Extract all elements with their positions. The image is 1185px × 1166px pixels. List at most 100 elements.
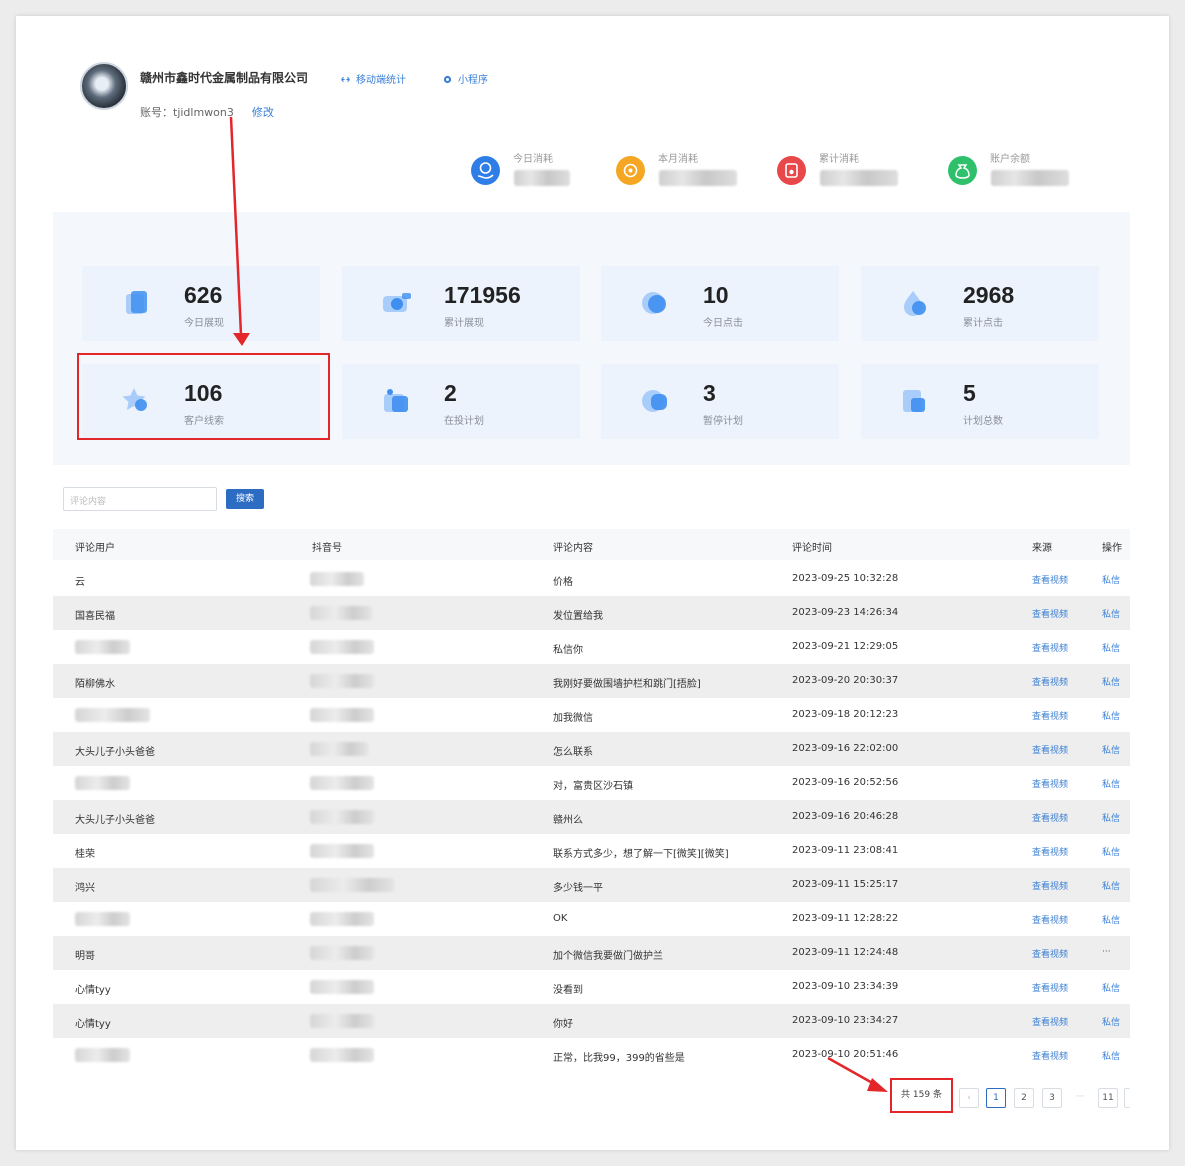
table-row: 云 价格 2023-09-25 10:32:28 查看视频 私信	[53, 562, 1130, 596]
stat-value: 2	[444, 380, 457, 406]
cell-user: 陌柳佛水	[75, 679, 115, 690]
view-video-link[interactable]: 查看视频	[1032, 811, 1068, 824]
page-button-1[interactable]: 1	[986, 1088, 1006, 1108]
pagination-ellipsis[interactable]: ···	[1070, 1088, 1090, 1108]
stat-value: 5	[963, 380, 976, 406]
view-video-link[interactable]: 查看视频	[1032, 607, 1068, 620]
col-header-action: 操作	[1102, 543, 1122, 554]
stat-value: 10	[703, 282, 729, 308]
stat-card-active-plans[interactable]: 2 在投计划	[342, 364, 580, 439]
cell-user-redacted	[75, 708, 150, 722]
table-row: 心情tyy 你好 2023-09-10 23:34:27 查看视频 私信	[53, 1004, 1130, 1038]
cell-user: 云	[75, 577, 85, 588]
table-row: 大头儿子小头爸爸 怎么联系 2023-09-16 22:02:00 查看视频 私信	[53, 732, 1130, 766]
private-message-link[interactable]: 私信	[1102, 913, 1120, 926]
cell-time: 2023-09-23 14:26:34	[792, 607, 899, 618]
view-video-link[interactable]: 查看视频	[1032, 675, 1068, 688]
table-row: 正常，比我99，399的省些是 2023-09-10 20:51:46 查看视频 私信	[53, 1038, 1130, 1072]
stat-card-total-plans[interactable]: 5 计划总数	[861, 364, 1099, 439]
metric-label: 今日消耗	[513, 154, 553, 165]
private-message-link[interactable]: 私信	[1102, 1049, 1120, 1062]
cell-douyin-id-redacted	[310, 980, 374, 994]
cell-time: 2023-09-16 20:52:56	[792, 777, 899, 788]
stat-card-today-clicks[interactable]: 10 今日点击	[601, 266, 839, 341]
private-message-link[interactable]: 私信	[1102, 709, 1120, 722]
cell-time: 2023-09-25 10:32:28	[792, 573, 899, 584]
cell-user: 心情tyy	[75, 1019, 111, 1030]
view-video-link[interactable]: 查看视频	[1032, 743, 1068, 756]
view-video-link[interactable]: 查看视频	[1032, 641, 1068, 654]
table-row: 大头儿子小头爸爸 赣州么 2023-09-16 20:46:28 查看视频 私信	[53, 800, 1130, 834]
view-video-link[interactable]: 查看视频	[1032, 947, 1068, 960]
private-message-link[interactable]: 私信	[1102, 845, 1120, 858]
stat-card-paused-plans[interactable]: 3 暂停计划	[601, 364, 839, 439]
metric-value-redacted	[514, 170, 570, 186]
cell-user-redacted	[75, 640, 130, 654]
private-message-link[interactable]: 私信	[1102, 1015, 1120, 1028]
private-message-link[interactable]: 私信	[1102, 981, 1120, 994]
stat-label: 计划总数	[963, 416, 1003, 427]
comment-search-input[interactable]: 评论内容	[63, 487, 217, 511]
stat-card-today-impressions[interactable]: 626 今日展现	[82, 266, 320, 341]
cell-content: 怎么联系	[553, 747, 593, 758]
table-row: 明哥 加个微信我要做门做护兰 2023-09-11 12:24:48 查看视频 ···	[53, 936, 1130, 970]
cell-user: 鸿兴	[75, 883, 95, 894]
cell-content: 没看到	[553, 985, 583, 996]
avatar[interactable]	[80, 62, 128, 110]
col-header-source: 来源	[1032, 543, 1052, 554]
cell-content: 对，富贵区沙石镇	[553, 781, 633, 792]
view-video-link[interactable]: 查看视频	[1032, 777, 1068, 790]
view-video-link[interactable]: 查看视频	[1032, 1049, 1068, 1062]
private-message-link[interactable]: 私信	[1102, 573, 1120, 586]
col-header-time: 评论时间	[792, 543, 832, 554]
stat-label: 暂停计划	[703, 416, 743, 427]
cell-user: 大头儿子小头爸爸	[75, 815, 155, 826]
view-video-link[interactable]: 查看视频	[1032, 913, 1068, 926]
view-video-link[interactable]: 查看视频	[1032, 1015, 1068, 1028]
metric-value-redacted	[820, 170, 898, 186]
cell-time: 2023-09-11 12:28:22	[792, 913, 899, 924]
private-message-link[interactable]: 私信	[1102, 811, 1120, 824]
table-header: 评论用户 抖音号 评论内容 评论时间 来源 操作	[53, 529, 1130, 560]
pause-icon	[642, 390, 667, 412]
page-button-2[interactable]: 2	[1014, 1088, 1034, 1108]
edit-account-link[interactable]: 修改	[252, 106, 274, 119]
private-message-link[interactable]: 私信	[1102, 675, 1120, 688]
wallet-icon	[777, 156, 806, 185]
search-button[interactable]: 搜索	[226, 489, 264, 509]
cell-time: 2023-09-11 12:24:48	[792, 947, 899, 958]
view-video-link[interactable]: 查看视频	[1032, 709, 1068, 722]
next-page-button-partial[interactable]	[1124, 1088, 1130, 1108]
view-video-link[interactable]: 查看视频	[1032, 573, 1068, 586]
cell-douyin-id-redacted	[310, 1048, 374, 1062]
cell-user-redacted	[75, 776, 130, 790]
stat-card-total-impressions[interactable]: 171956 累计展现	[342, 266, 580, 341]
prev-page-button[interactable]: ‹	[959, 1088, 979, 1108]
account-label: 账号：	[140, 106, 173, 119]
sun-coin-icon	[616, 156, 645, 185]
private-message-link[interactable]: ···	[1102, 947, 1111, 957]
view-video-link[interactable]: 查看视频	[1032, 981, 1068, 994]
cell-time: 2023-09-10 23:34:27	[792, 1015, 899, 1026]
page-button-3[interactable]: 3	[1042, 1088, 1062, 1108]
mini-program-link[interactable]: 小程序	[443, 71, 488, 86]
view-video-link[interactable]: 查看视频	[1032, 879, 1068, 892]
page-button-last[interactable]: 11	[1098, 1088, 1118, 1108]
metric-label: 本月消耗	[658, 154, 698, 165]
stat-label: 累计展现	[444, 318, 484, 329]
cell-content: 赣州么	[553, 815, 583, 826]
stat-card-total-clicks[interactable]: 2968 累计点击	[861, 266, 1099, 341]
money-bag-icon	[948, 156, 977, 185]
cell-user: 国喜民福	[75, 611, 115, 622]
private-message-link[interactable]: 私信	[1102, 879, 1120, 892]
private-message-link[interactable]: 私信	[1102, 743, 1120, 756]
stat-label: 今日点击	[703, 318, 743, 329]
table-row: 对，富贵区沙石镇 2023-09-16 20:52:56 查看视频 私信	[53, 766, 1130, 800]
view-video-link[interactable]: 查看视频	[1032, 845, 1068, 858]
private-message-link[interactable]: 私信	[1102, 607, 1120, 620]
private-message-link[interactable]: 私信	[1102, 777, 1120, 790]
mobile-stats-link[interactable]: 移动端统计	[341, 71, 406, 86]
table-row: 国喜民福 发位置给我 2023-09-23 14:26:34 查看视频 私信	[53, 596, 1130, 630]
account-line: 账号：tjidlmwon3 修改	[140, 104, 274, 120]
private-message-link[interactable]: 私信	[1102, 641, 1120, 654]
